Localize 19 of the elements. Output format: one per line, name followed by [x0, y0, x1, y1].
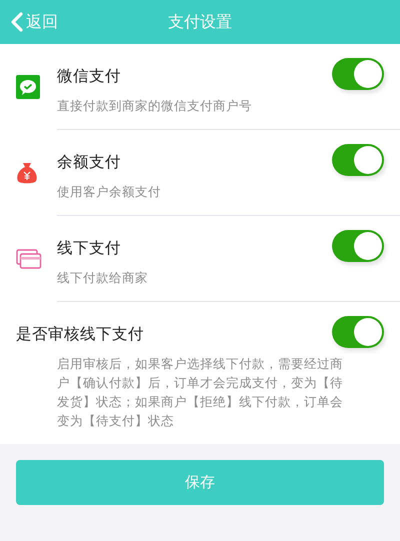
money-bag-icon — [16, 161, 38, 185]
back-button[interactable]: 返回 — [10, 0, 58, 44]
back-icon — [10, 12, 24, 32]
payment-description: 线下付款给商家 — [57, 269, 149, 287]
toggle-switch[interactable] — [332, 316, 384, 348]
chat-icon — [16, 75, 40, 99]
payment-description: 使用客户余额支付 — [57, 183, 162, 201]
setting-description: 启用审核后，如果客户选择线下付款，需要经过商户【确认付款】后，订单才会完成支付，变为【待发货】状态；如果商户【拒绝】线下付款，订单会变为【待支付】状态 — [57, 355, 344, 430]
page-title: 支付设置 — [168, 11, 232, 33]
payment-title: 线下支付 — [57, 238, 122, 259]
cards-icon — [16, 249, 42, 269]
save-button[interactable]: 保存 — [16, 460, 384, 505]
payment-description: 直接付款到商家的微信支付商户号 — [57, 97, 253, 115]
payment-title: 微信支付 — [57, 66, 122, 87]
toggle-switch[interactable] — [332, 230, 384, 262]
payment-title: 余额支付 — [57, 152, 122, 173]
setting-title: 是否审核线下支付 — [16, 324, 145, 345]
toggle-switch[interactable] — [332, 58, 384, 90]
toggle-switch[interactable] — [332, 144, 384, 176]
